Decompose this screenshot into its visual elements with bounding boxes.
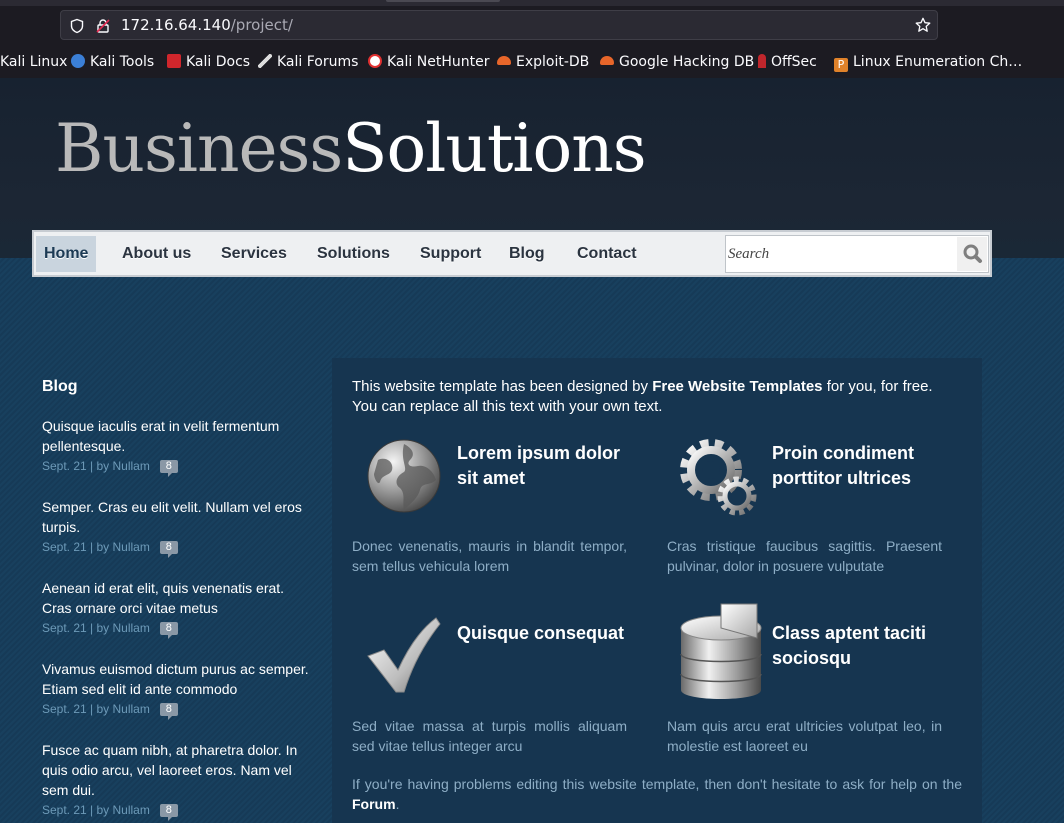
bookmark-kali-tools[interactable]: Kali Tools [71, 53, 154, 71]
feature-title: Quisque consequat [457, 623, 625, 643]
nav-blog[interactable]: Blog [501, 236, 553, 272]
database-icon [675, 598, 767, 712]
search-button[interactable] [957, 237, 987, 271]
blog-post-link[interactable]: Semper. Cras eu elit velit. Nullam vel e… [42, 497, 314, 537]
post-meta: Sept. 21 | by Nullam 8 [42, 800, 314, 821]
bookmark-star-icon[interactable] [915, 17, 931, 37]
comment-count-badge[interactable]: 8 [159, 622, 178, 639]
checkmark-icon [364, 612, 444, 700]
bookmark-label: Google Hacking DB [619, 54, 755, 70]
bookmark-label: Kali Forums [277, 54, 359, 70]
search-icon [963, 244, 982, 263]
post-meta: Sept. 21 | by Nullam 8 [42, 618, 314, 639]
nav-home[interactable]: Home [36, 236, 97, 272]
bookmark-kali-nethunter[interactable]: Kali NetHunter [368, 53, 489, 71]
main-navigation: Home About us Services Solutions Support… [32, 230, 992, 277]
site-logo[interactable]: BusinessSolutions [55, 104, 647, 194]
bookmarks-toolbar: Kali Linux Kali Tools Kali Docs Kali For… [0, 46, 1064, 79]
bookmark-label: Exploit-DB [516, 54, 590, 70]
active-tab-indicator[interactable] [386, 0, 500, 2]
blog-sidebar: Blog Quisque iaculis erat in velit ferme… [42, 377, 314, 823]
url-path: /project/ [230, 16, 293, 34]
nav-solutions[interactable]: Solutions [309, 236, 398, 272]
nav-support[interactable]: Support [412, 236, 489, 272]
logo-part-solutions: Solutions [342, 110, 646, 187]
sidebar-title: Blog [42, 378, 78, 395]
insecure-lock-icon[interactable] [95, 18, 111, 38]
address-bar[interactable]: 172.16.64.140/project/ [60, 10, 938, 40]
url-host: 172.16.64.140 [121, 16, 231, 34]
post-date-author: Sept. 21 | by Nullam [42, 621, 150, 635]
blog-post-link[interactable]: Vivamus euismod dictum purus ac semper. … [42, 659, 314, 699]
bookmark-label: Kali Docs [186, 54, 251, 70]
main-content: This website template has been designed … [332, 358, 982, 823]
bookmark-google-hacking-db[interactable]: Google Hacking DB [600, 53, 754, 71]
comment-count-badge[interactable]: 8 [159, 460, 178, 477]
list-item: Vivamus euismod dictum purus ac semper. … [42, 659, 314, 720]
intro-text-start: This website template has been designed … [352, 378, 653, 395]
gears-icon [675, 434, 759, 524]
feature-text: Cras tristique faucibus sagittis. Praese… [667, 538, 942, 574]
nav-about-us[interactable]: About us [114, 236, 199, 272]
comment-count-badge[interactable]: 8 [159, 703, 178, 720]
help-note-text: If you're having problems editing this w… [352, 776, 962, 792]
help-note: If you're having problems editing this w… [352, 774, 962, 814]
url-text[interactable]: 172.16.64.140/project/ [121, 16, 293, 34]
bookmark-label: Kali NetHunter [387, 54, 490, 70]
bookmark-kali-docs[interactable]: Kali Docs [167, 53, 250, 71]
search-input[interactable] [728, 238, 956, 270]
help-note-end: . [395, 796, 400, 812]
intro-text: This website template has been designed … [352, 377, 952, 417]
post-meta: Sept. 21 | by Nullam 8 [42, 699, 314, 720]
post-meta: Sept. 21 | by Nullam 8 [42, 537, 314, 558]
blog-post-link[interactable]: Quisque iaculis erat in velit fermentum … [42, 416, 314, 456]
feature-text: Donec venenatis, mauris in blandit tempo… [352, 538, 627, 574]
ghdb-icon [600, 56, 614, 65]
nethunter-icon [368, 54, 382, 68]
exploit-db-icon [497, 56, 511, 65]
bookmark-kali-forums[interactable]: Kali Forums [258, 53, 358, 71]
bookmark-label: Kali Tools [90, 54, 155, 70]
enumeration-icon: P [834, 58, 848, 72]
comment-count-badge[interactable]: 8 [159, 804, 178, 821]
bookmark-linux-enumeration[interactable]: P Linux Enumeration Ch… [834, 53, 1023, 72]
blog-post-link[interactable]: Fusce ac quam nibh, at pharetra dolor. I… [42, 740, 314, 800]
list-item: Quisque iaculis erat in velit fermentum … [42, 416, 314, 477]
feature-title: Proin condiment porttitor ultrices [772, 443, 915, 488]
free-website-templates-link[interactable]: Free Website Templates [652, 378, 822, 395]
bookmark-label: Linux Enumeration Ch… [853, 54, 1023, 70]
list-item: Aenean id erat elit, quis venenatis erat… [42, 578, 314, 639]
post-date-author: Sept. 21 | by Nullam [42, 540, 150, 554]
forum-link[interactable]: Forum [352, 796, 396, 812]
bookmark-kali-linux[interactable]: Kali Linux [0, 53, 67, 71]
globe-icon [364, 438, 444, 522]
kali-docs-icon [167, 54, 181, 68]
post-date-author: Sept. 21 | by Nullam [42, 702, 150, 716]
site-search [725, 235, 989, 273]
shield-icon[interactable] [69, 18, 85, 38]
offsec-icon [758, 54, 766, 68]
web-page: BusinessSolutions Home About us Services… [0, 78, 1064, 823]
nav-services[interactable]: Services [213, 236, 295, 272]
post-meta: Sept. 21 | by Nullam 8 [42, 456, 314, 477]
list-item: Semper. Cras eu elit velit. Nullam vel e… [42, 497, 314, 558]
bookmark-label: OffSec [771, 54, 817, 70]
logo-part-business: Business [55, 110, 343, 187]
feature-title: Class aptent taciti sociosqu [772, 623, 927, 668]
kali-forums-icon [258, 54, 272, 68]
feature-title: Lorem ipsum dolor sit amet [457, 443, 621, 488]
feature-text: Nam quis arcu erat ultricies volutpat le… [667, 718, 942, 754]
kali-tools-icon [71, 54, 85, 68]
bookmark-label: Kali Linux [0, 54, 68, 70]
comment-count-badge[interactable]: 8 [159, 541, 178, 558]
browser-toolbar: 172.16.64.140/project/ [0, 6, 1064, 46]
post-date-author: Sept. 21 | by Nullam [42, 803, 150, 817]
nav-contact[interactable]: Contact [569, 236, 645, 272]
bookmark-exploit-db[interactable]: Exploit-DB [497, 53, 589, 71]
bookmark-offsec[interactable]: OffSec [758, 53, 817, 71]
blog-post-link[interactable]: Aenean id erat elit, quis venenatis erat… [42, 578, 314, 618]
feature-text: Sed vitae massa at turpis mollis aliquam… [352, 718, 627, 754]
list-item: Fusce ac quam nibh, at pharetra dolor. I… [42, 740, 314, 821]
post-date-author: Sept. 21 | by Nullam [42, 459, 150, 473]
